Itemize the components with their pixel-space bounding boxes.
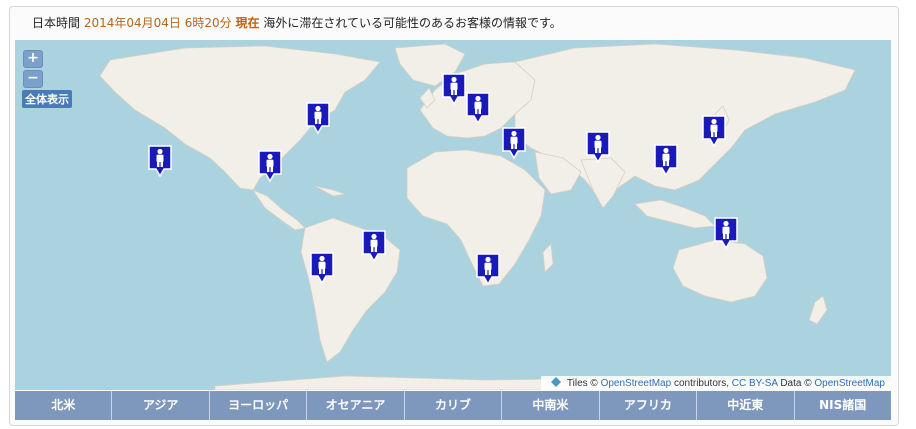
person-icon — [714, 217, 738, 250]
map-marker[interactable] — [257, 150, 283, 183]
region-tab[interactable]: 中南米 — [502, 391, 600, 420]
attribution-data: Data © — [780, 378, 812, 389]
map-marker[interactable] — [653, 144, 679, 177]
person-icon — [702, 115, 726, 148]
map-marker[interactable] — [309, 252, 335, 285]
person-icon — [586, 131, 610, 164]
zoom-in-button[interactable]: + — [23, 50, 43, 68]
map-marker[interactable] — [585, 131, 611, 164]
header-now-label: 現在 — [235, 16, 260, 30]
license-link[interactable]: CC BY-SA — [732, 378, 778, 389]
header-prefix: 日本時間 — [32, 16, 81, 30]
map-marker[interactable] — [361, 230, 387, 263]
map-marker[interactable] — [465, 92, 491, 125]
region-tab[interactable]: アジア — [112, 391, 210, 420]
region-tab[interactable]: カリブ — [405, 391, 503, 420]
map-attribution: Tiles © OpenStreetMap contributors, CC B… — [541, 376, 891, 390]
map-marker[interactable] — [475, 253, 501, 286]
osm-link-data[interactable]: OpenStreetMap — [814, 378, 885, 389]
osm-link-tiles[interactable]: OpenStreetMap — [601, 378, 672, 389]
person-icon — [362, 230, 386, 263]
map-marker[interactable] — [441, 73, 467, 106]
region-tab[interactable]: アフリカ — [600, 391, 698, 420]
attribution-tiles: Tiles © — [566, 378, 598, 389]
region-tabs: 北米 アジア ヨーロッパ オセアニア カリブ 中南米 アフリカ 中近東 NIS諸国 — [15, 391, 891, 420]
person-icon — [654, 144, 678, 177]
person-icon — [306, 102, 330, 135]
region-tab[interactable]: オセアニア — [307, 391, 405, 420]
full-view-button[interactable]: 全体表示 — [22, 90, 72, 108]
person-icon — [258, 150, 282, 183]
map-marker[interactable] — [501, 127, 527, 160]
map-marker[interactable] — [147, 145, 173, 178]
map-marker[interactable] — [305, 102, 331, 135]
attribution-contributors: contributors, — [673, 378, 729, 389]
region-tab[interactable]: 北米 — [15, 391, 113, 420]
region-tab[interactable]: NIS諸国 — [795, 391, 891, 420]
zoom-out-button[interactable]: − — [23, 70, 43, 88]
person-icon — [502, 127, 526, 160]
world-map[interactable]: + − 全体表示 Tiles © OpenStreetMap contribut… — [15, 40, 891, 390]
status-header: 日本時間 2014年04月04日 6時20分 現在 海外に滞在されている可能性の… — [32, 14, 562, 32]
person-icon — [148, 145, 172, 178]
header-datetime: 2014年04月04日 6時20分 — [83, 16, 232, 30]
person-icon — [466, 92, 490, 125]
map-marker[interactable] — [701, 115, 727, 148]
person-icon — [476, 253, 500, 286]
person-icon — [442, 73, 466, 106]
region-tab[interactable]: ヨーロッパ — [210, 391, 308, 420]
zoom-controls: + − — [23, 50, 43, 90]
tiles-logo-icon — [551, 377, 562, 387]
header-description: 海外に滞在されている可能性のあるお客様の情報です。 — [263, 16, 562, 30]
person-icon — [310, 252, 334, 285]
region-tab[interactable]: 中近東 — [697, 391, 795, 420]
map-marker[interactable] — [713, 217, 739, 250]
